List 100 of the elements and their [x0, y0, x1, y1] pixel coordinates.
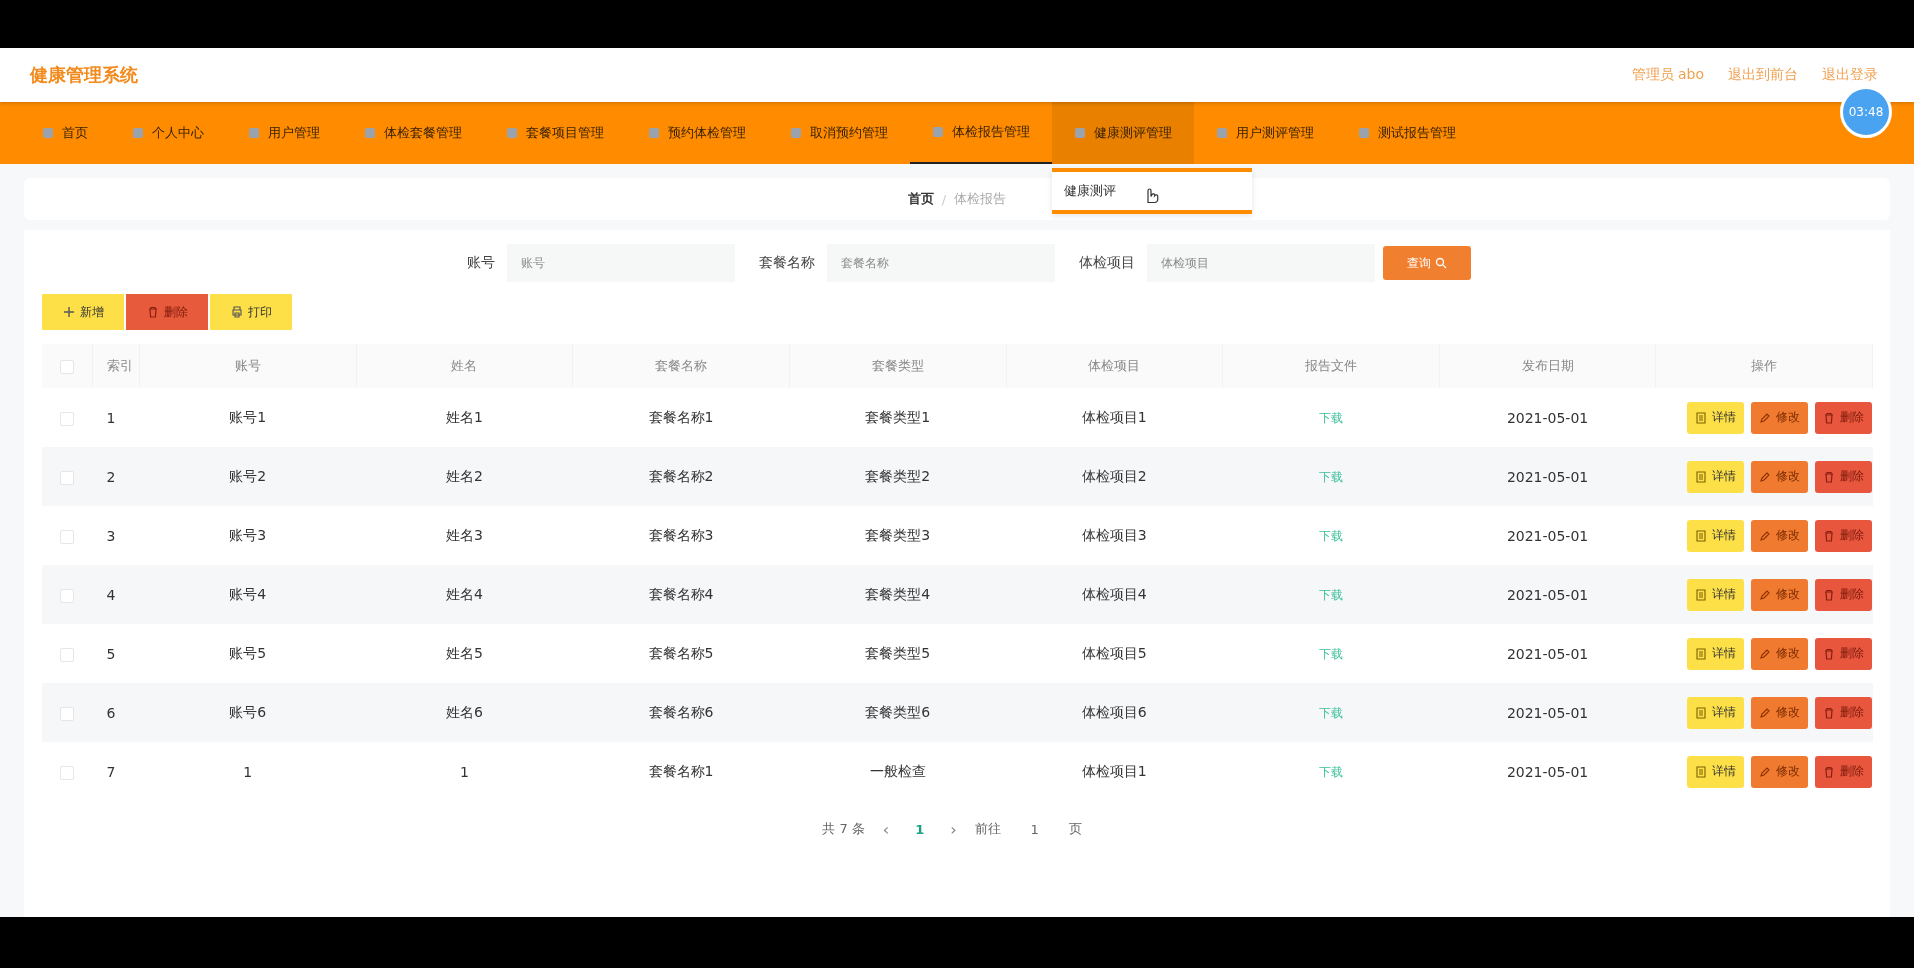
square-icon	[506, 127, 518, 139]
download-link[interactable]: 下载	[1318, 764, 1343, 779]
detail-button[interactable]: 详情	[1686, 460, 1744, 493]
search-field[interactable]: 账号	[507, 244, 735, 282]
header-link[interactable]: 退出登录	[1822, 66, 1878, 84]
table-cell: 套餐名称3	[648, 526, 714, 543]
square-icon	[1216, 127, 1228, 139]
delete-button[interactable]: 删除	[1814, 637, 1872, 670]
square-icon	[648, 127, 660, 139]
checkbox[interactable]	[60, 529, 75, 544]
delete-button[interactable]: 删除	[1814, 401, 1872, 434]
download-link[interactable]: 下载	[1318, 528, 1343, 543]
clock-badge: 03:48	[1840, 86, 1892, 138]
table-cell: 姓名3	[445, 526, 483, 543]
table-cell: 账号5	[229, 644, 267, 661]
detail-button[interactable]: 详情	[1686, 578, 1744, 611]
checkbox[interactable]	[60, 765, 75, 780]
nav-item[interactable]: 健康测评管理	[1052, 102, 1194, 164]
delete-button[interactable]: 删除	[1814, 578, 1872, 611]
table-cell: 一般检查	[869, 762, 926, 779]
checkbox[interactable]	[60, 647, 75, 662]
print-button[interactable]: 打印	[210, 294, 292, 330]
edit-button[interactable]: 修改	[1750, 460, 1808, 493]
search-field[interactable]: 体检项目	[1147, 244, 1375, 282]
checkbox[interactable]	[60, 359, 74, 374]
total-count: 共 7 条	[822, 820, 865, 838]
nav-item[interactable]: 首页	[20, 102, 110, 164]
nav-item[interactable]: 个人中心	[110, 102, 226, 164]
nav-item[interactable]: 用户管理	[226, 102, 342, 164]
delete-button[interactable]: 删除	[1814, 755, 1872, 788]
table-cell: 账号1	[229, 408, 267, 425]
search-button[interactable]: 查询	[1383, 246, 1471, 280]
previous-page-button[interactable]: ‹	[882, 819, 890, 839]
trash-icon	[1822, 647, 1835, 660]
edit-button[interactable]: 修改	[1750, 637, 1808, 670]
table-cell: 套餐名称4	[648, 585, 714, 602]
table-cell: 账号4	[229, 585, 267, 602]
search-field[interactable]: 套餐名称	[827, 244, 1055, 282]
column-header: 套餐类型	[789, 344, 1006, 388]
table-cell: 套餐名称2	[648, 467, 714, 484]
doc-icon	[1694, 529, 1707, 542]
table-cell: 姓名5	[445, 644, 483, 661]
detail-button[interactable]: 详情	[1686, 401, 1744, 434]
goto-label: 前往	[974, 820, 1001, 838]
doc-icon	[1694, 470, 1707, 483]
table-cell: 1	[106, 409, 116, 426]
nav-item[interactable]: 取消预约管理	[768, 102, 910, 164]
pencil-icon	[1758, 470, 1771, 483]
field-label: 套餐名称	[759, 254, 815, 272]
download-link[interactable]: 下载	[1318, 646, 1343, 661]
detail-button[interactable]: 详情	[1686, 755, 1744, 788]
checkbox[interactable]	[60, 706, 75, 721]
table-cell: 姓名1	[445, 408, 483, 425]
header-link[interactable]: 退出到前台	[1728, 66, 1798, 84]
nav-item[interactable]: 套餐项目管理	[484, 102, 626, 164]
edit-button[interactable]: 修改	[1750, 755, 1808, 788]
checkbox[interactable]	[60, 588, 75, 603]
table-cell: 姓名4	[445, 585, 483, 602]
nav-item[interactable]: 用户测评管理	[1194, 102, 1336, 164]
checkbox[interactable]	[60, 470, 75, 485]
nav-item[interactable]: 体检套餐管理	[342, 102, 484, 164]
add-button[interactable]: 新增	[42, 294, 124, 330]
print-icon	[230, 306, 243, 318]
breadcrumb-item[interactable]: 首页	[907, 190, 934, 208]
delete-button[interactable]: 删除	[1814, 519, 1872, 552]
download-link[interactable]: 下载	[1318, 410, 1343, 425]
checkbox[interactable]	[60, 411, 75, 426]
delete-button[interactable]: 删除	[126, 294, 208, 330]
table-cell: 套餐类型6	[865, 703, 931, 720]
doc-icon	[1694, 647, 1707, 660]
edit-button[interactable]: 修改	[1750, 519, 1808, 552]
table-cell: 姓名2	[445, 467, 483, 484]
nav-item[interactable]: 预约体检管理	[626, 102, 768, 164]
table-cell: 4	[106, 586, 116, 603]
download-link[interactable]: 下载	[1318, 705, 1343, 720]
nav-item[interactable]: 测试报告管理	[1336, 102, 1478, 164]
delete-button[interactable]: 删除	[1814, 460, 1872, 493]
detail-button[interactable]: 详情	[1686, 637, 1744, 670]
detail-button[interactable]: 详情	[1686, 519, 1744, 552]
edit-button[interactable]: 修改	[1750, 401, 1808, 434]
trash-icon	[1822, 706, 1835, 719]
download-link[interactable]: 下载	[1318, 469, 1343, 484]
header-link[interactable]: 管理员 abo	[1631, 66, 1704, 84]
trash-icon	[1822, 529, 1835, 542]
separator: /	[941, 191, 947, 207]
edit-button[interactable]: 修改	[1750, 578, 1808, 611]
table-cell: 套餐类型1	[865, 408, 931, 425]
delete-button[interactable]: 删除	[1814, 696, 1872, 729]
dropdown-item[interactable]: 健康测评	[1052, 180, 1252, 202]
trash-icon	[146, 306, 159, 318]
table-cell: 3	[106, 527, 116, 544]
doc-icon	[1694, 411, 1707, 424]
table-cell: 体检项目5	[1081, 644, 1147, 661]
edit-button[interactable]: 修改	[1750, 696, 1808, 729]
page-number[interactable]: 1	[907, 821, 933, 837]
column-header: 姓名	[356, 344, 573, 388]
detail-button[interactable]: 详情	[1686, 696, 1744, 729]
download-link[interactable]: 下载	[1318, 587, 1343, 602]
next-page-button[interactable]: ›	[950, 819, 957, 839]
pencil-icon	[1758, 647, 1771, 660]
